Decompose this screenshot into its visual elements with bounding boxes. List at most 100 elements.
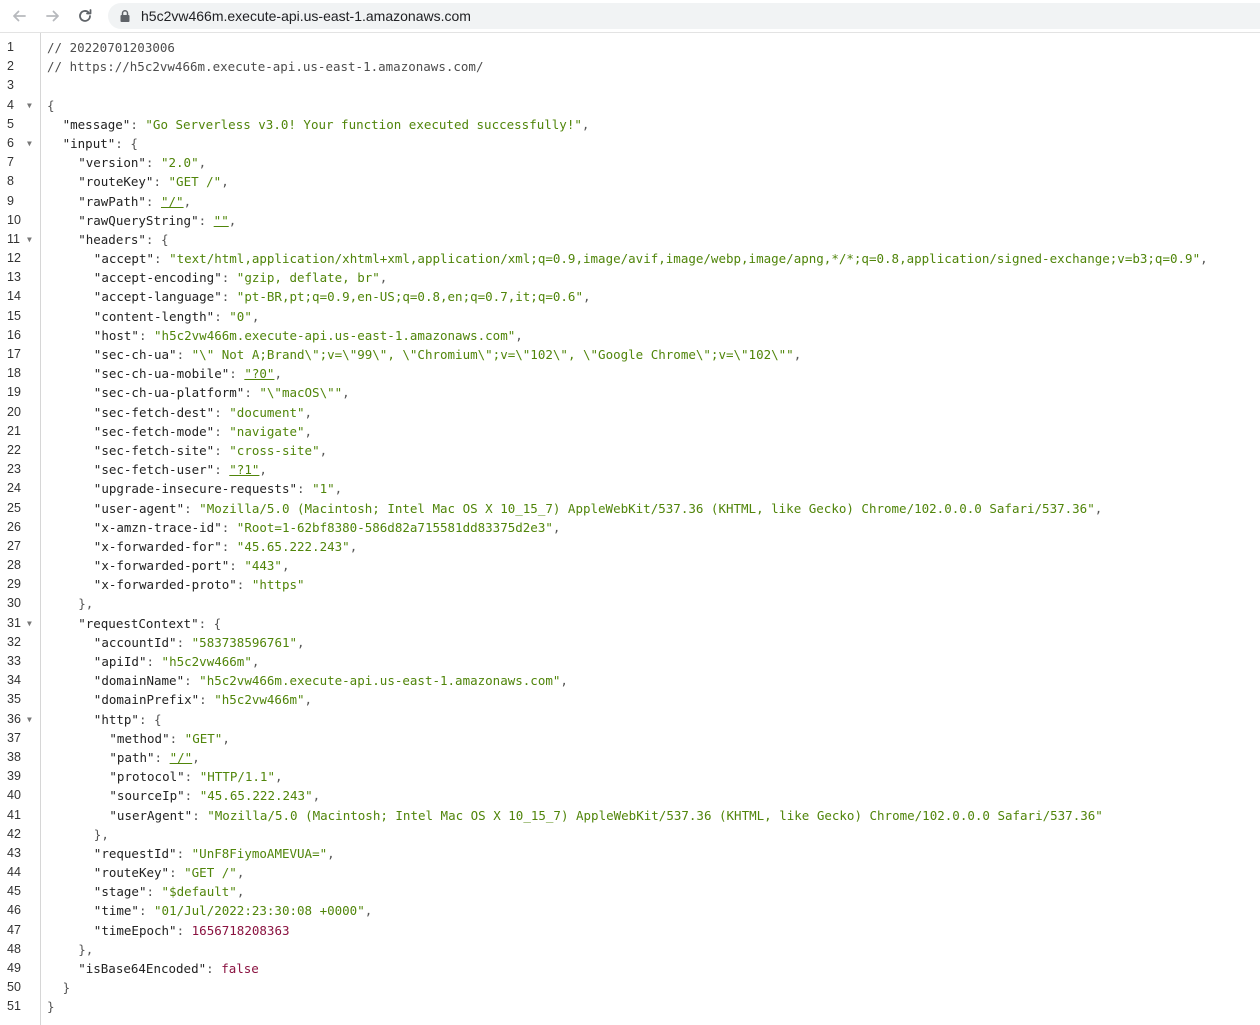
punctuation: : <box>214 423 230 439</box>
line-content: "headers": { <box>78 230 168 249</box>
json-string[interactable]: "?0" <box>244 366 274 381</box>
json-string: "Mozilla/5.0 (Macintosh; Intel Mac OS X … <box>199 500 1095 516</box>
fold-toggle-icon[interactable]: ▼ <box>27 710 32 729</box>
reload-icon <box>79 9 92 22</box>
json-string: "1" <box>312 481 335 497</box>
json-string[interactable]: "/" <box>161 194 184 209</box>
line-number: 3 <box>7 78 14 93</box>
line-content: "time": "01/Jul/2022:23:30:08 +0000", <box>94 901 372 920</box>
json-key: "timeEpoch" <box>93 922 177 938</box>
line-number: 15 <box>7 308 21 323</box>
line-content: "x-forwarded-for": "45.65.222.243", <box>94 537 357 556</box>
json-string: "text/html,application/xhtml+xml,applica… <box>169 251 1201 267</box>
code-line: 44 "routeKey": "GET /", <box>0 863 1260 882</box>
fold-toggle-icon[interactable]: ▼ <box>27 230 32 249</box>
json-string: "cross-site" <box>229 442 320 458</box>
code-line: 39 "protocol": "HTTP/1.1", <box>0 767 1260 786</box>
code-line: 43 "requestId": "UnF8FiymoAMEVUA=", <box>0 844 1260 863</box>
code-line: 3 <box>0 76 1260 95</box>
json-string: "pt-BR,pt;q=0.9,en-US;q=0.8,en;q=0.7,it;… <box>236 289 583 305</box>
json-key: "userAgent" <box>109 807 193 823</box>
json-string[interactable]: "/" <box>170 750 193 765</box>
code-line: 1 // 20220701203006 <box>0 38 1260 57</box>
punctuation: , <box>259 462 267 478</box>
json-string: "h5c2vw466m" <box>214 692 305 708</box>
punctuation: , <box>304 423 313 439</box>
json-key: "user-agent" <box>93 500 185 516</box>
forward-button[interactable] <box>40 4 66 28</box>
line-content: "sec-fetch-dest": "document", <box>94 403 312 422</box>
line-number: 19 <box>7 385 21 400</box>
code-line: 2 // https://h5c2vw466m.execute-api.us-ea… <box>0 57 1260 76</box>
punctuation: : <box>184 769 200 785</box>
code-line: 7 "version": "2.0", <box>0 153 1260 172</box>
json-key: "version" <box>78 155 146 171</box>
code-line: 25 "user-agent": "Mozilla/5.0 (Macintosh;… <box>0 499 1260 518</box>
punctuation: : <box>229 366 245 382</box>
json-string: "HTTP/1.1" <box>199 769 275 785</box>
line-number: 22 <box>7 442 21 457</box>
punctuation: , <box>1094 500 1103 516</box>
code-line: 34 "domainName": "h5c2vw466m.execute-api.… <box>0 671 1260 690</box>
line-content: // https://h5c2vw466m.execute-api.us-eas… <box>47 57 484 76</box>
punctuation: : <box>176 634 192 650</box>
punctuation: : <box>214 308 230 324</box>
line-content: } <box>63 978 71 997</box>
address-bar[interactable]: h5c2vw466m.execute-api.us-east-1.amazona… <box>108 3 1260 29</box>
code-line: 22 "sec-fetch-site": "cross-site", <box>0 441 1260 460</box>
line-number: 9 <box>7 193 14 208</box>
json-string[interactable]: "?1" <box>229 462 259 477</box>
json-string: "Root=1-62bf8380-586d82a715581dd83375d2e… <box>236 519 553 535</box>
json-viewer: 1 // 20220701203006 2 // https://h5c2vw466m… <box>0 33 1260 1025</box>
json-key: "sourceIp" <box>109 788 185 804</box>
json-string: "h5c2vw466m.execute-api.us-east-1.amazon… <box>199 673 561 689</box>
punctuation: : <box>184 788 200 804</box>
line-content: "userAgent": "Mozilla/5.0 (Macintosh; In… <box>109 806 1102 825</box>
json-key: "message" <box>62 116 131 132</box>
punctuation: , <box>793 347 802 362</box>
json-key: "sec-fetch-user" <box>93 462 215 478</box>
code-line: 37 "method": "GET", <box>0 729 1260 748</box>
line-content: "content-length": "0", <box>94 307 260 326</box>
line-number: 49 <box>7 961 21 975</box>
line-content: }, <box>78 940 93 959</box>
json-key: "time" <box>93 903 139 919</box>
code-line: 24 "upgrade-insecure-requests": "1", <box>0 479 1260 498</box>
comment: // 20220701203006 <box>47 40 175 55</box>
fold-toggle-icon[interactable]: ▼ <box>27 614 32 633</box>
back-button[interactable] <box>6 4 32 28</box>
punctuation: : <box>297 481 313 497</box>
json-string: "Go Serverless v3.0! Your function execu… <box>145 116 582 132</box>
code-line: 29 "x-forwarded-proto": "https" <box>0 575 1260 594</box>
json-string: "h5c2vw466m.execute-api.us-east-1.amazon… <box>154 327 516 343</box>
json-key: "routeKey" <box>93 865 170 881</box>
code-line: 36 ▼ "http": { <box>0 710 1260 729</box>
line-number: 7 <box>7 155 14 170</box>
line-content: "method": "GET", <box>109 729 229 748</box>
json-string: "45.65.222.243" <box>199 788 313 804</box>
json-string: "UnF8FiymoAMEVUA=" <box>191 845 328 861</box>
line-number: 35 <box>7 692 21 707</box>
line-number: 27 <box>7 538 21 553</box>
line-number: 26 <box>7 519 21 534</box>
punctuation: : <box>214 462 230 478</box>
reload-button[interactable] <box>72 4 98 28</box>
line-content: "isBase64Encoded": false <box>78 959 259 978</box>
line-number: 40 <box>7 788 21 803</box>
json-string[interactable]: "" <box>214 213 229 228</box>
punctuation: : <box>184 500 200 516</box>
line-number: 10 <box>7 212 21 227</box>
punctuation: : <box>236 577 252 593</box>
punctuation: } <box>47 999 55 1015</box>
punctuation: } <box>62 980 71 996</box>
punctuation: : <box>244 385 260 401</box>
code-line: 13 "accept-encoding": "gzip, deflate, br"… <box>0 268 1260 287</box>
punctuation: : <box>184 673 200 689</box>
line-content: "domainPrefix": "h5c2vw466m", <box>94 690 312 709</box>
fold-toggle-icon[interactable]: ▼ <box>27 134 32 153</box>
line-content: "accept": "text/html,application/xhtml+x… <box>94 249 1208 268</box>
line-content: }, <box>78 594 93 613</box>
json-string: "\" Not A;Brand\";v=\"99\", \"Chromium\"… <box>191 347 794 362</box>
fold-toggle-icon[interactable]: ▼ <box>27 96 32 115</box>
line-number: 44 <box>7 865 21 880</box>
